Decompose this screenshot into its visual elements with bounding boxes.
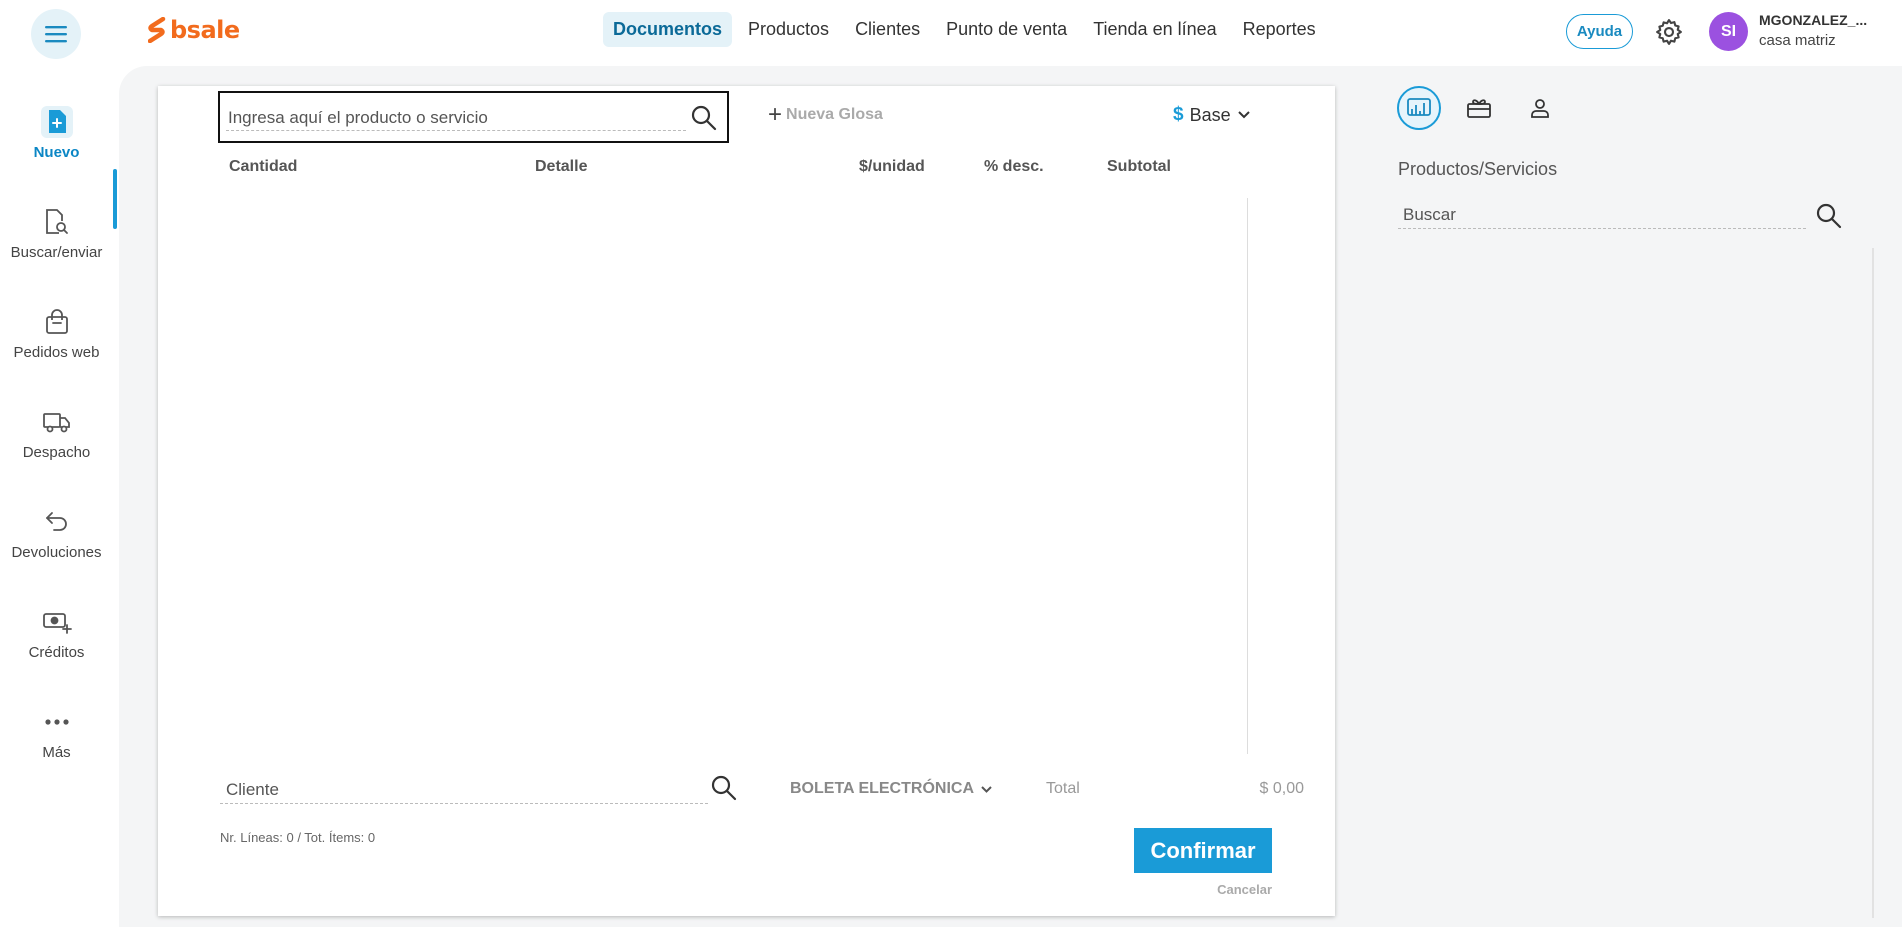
document-type-dropdown[interactable]: BOLETA ELECTRÓNICA [790, 780, 993, 798]
product-search-button[interactable] [690, 104, 718, 132]
chevron-down-icon [1237, 111, 1250, 119]
column-header-unit-price: $/unidad [859, 158, 925, 175]
cancel-link[interactable]: Cancelar [1214, 882, 1272, 897]
panel-scrollbar[interactable] [1872, 248, 1874, 918]
search-document-icon [41, 206, 73, 238]
sidebar-item-label: Devoluciones [11, 544, 102, 561]
truck-icon [41, 406, 73, 438]
hamburger-menu-button[interactable] [31, 9, 81, 59]
client-tab[interactable] [1518, 86, 1562, 130]
products-tab-icon [1407, 98, 1431, 116]
sidebar-item-buscar-enviar[interactable]: Buscar/enviar [0, 206, 113, 261]
nav-reportes[interactable]: Reportes [1233, 12, 1326, 47]
column-header-discount: % desc. [984, 158, 1044, 175]
nav-productos[interactable]: Productos [738, 12, 839, 47]
user-branch: casa matriz [1759, 32, 1836, 49]
search-icon [691, 105, 717, 131]
new-gloss-label: Nueva Glosa [786, 106, 883, 123]
confirm-button[interactable]: Confirmar [1134, 828, 1272, 873]
person-icon [1531, 99, 1549, 118]
sidebar-item-label: Pedidos web [13, 344, 100, 361]
sidebar-item-creditos[interactable]: Créditos [0, 606, 113, 661]
sidebar-item-mas[interactable]: Más [0, 706, 113, 761]
gear-icon [1656, 19, 1682, 45]
nav-documentos[interactable]: Documentos [603, 12, 733, 47]
panel-search-input[interactable] [1398, 201, 1806, 229]
sidebar-item-pedidos-web[interactable]: Pedidos web [0, 306, 113, 361]
total-label: Total [1046, 780, 1080, 797]
column-header-detalle: Detalle [535, 158, 588, 175]
user-name[interactable]: MGONZALEZ_... [1759, 12, 1867, 28]
bsale-logo-icon [148, 17, 166, 43]
panel-search-button[interactable] [1815, 202, 1843, 230]
search-icon [1816, 203, 1842, 229]
sidebar-item-label: Créditos [28, 644, 85, 661]
sidebar-item-label: Despacho [22, 444, 91, 461]
hamburger-icon [45, 26, 67, 43]
price-list-dropdown[interactable]: $ Base [1173, 104, 1251, 126]
more-dots-icon [41, 706, 73, 738]
plus-icon: + [768, 101, 783, 128]
new-document-icon [40, 106, 73, 138]
total-value: $ 0,00 [1259, 780, 1304, 797]
sidebar-item-despacho[interactable]: Despacho [0, 406, 113, 461]
left-sidebar: Nuevo Buscar/enviar Pedidos web Despacho… [0, 63, 119, 927]
nav-punto-de-venta[interactable]: Punto de venta [936, 12, 1077, 47]
search-icon [711, 775, 737, 801]
product-search-input[interactable] [226, 105, 686, 131]
column-header-subtotal: Subtotal [1107, 158, 1171, 175]
user-avatar[interactable]: SI [1709, 12, 1748, 51]
main-nav: Documentos Productos Clientes Punto de v… [603, 12, 1332, 47]
products-tab[interactable] [1397, 86, 1441, 130]
dollar-icon: $ [1173, 104, 1184, 125]
active-indicator [113, 169, 117, 229]
bsale-logo[interactable]: bsale [148, 16, 240, 44]
chevron-down-icon [981, 785, 992, 793]
sidebar-item-label: Buscar/enviar [10, 244, 103, 261]
column-header-cantidad: Cantidad [229, 158, 298, 175]
nav-clientes[interactable]: Clientes [845, 12, 930, 47]
settings-button[interactable] [1654, 17, 1684, 47]
cash-plus-icon [41, 606, 73, 638]
return-arrow-icon [41, 506, 73, 538]
gift-card-icon [1467, 99, 1491, 118]
shopping-bag-icon [41, 306, 73, 338]
panel-title: Productos/Servicios [1398, 159, 1558, 179]
client-search-button[interactable] [710, 774, 738, 802]
new-gloss-button[interactable]: + Nueva Glosa [768, 101, 883, 128]
sidebar-item-label: Más [42, 744, 71, 761]
document-editor-card: + Nueva Glosa $ Base Cantidad Detalle $/… [158, 86, 1335, 916]
document-type-label: BOLETA ELECTRÓNICA [790, 780, 974, 797]
sidebar-item-devoluciones[interactable]: Devoluciones [0, 506, 113, 561]
product-search-box [218, 91, 729, 143]
client-input[interactable] [220, 776, 708, 804]
help-button[interactable]: Ayuda [1566, 14, 1633, 49]
nav-tienda-en-linea[interactable]: Tienda en línea [1083, 12, 1226, 47]
top-bar: bsale Documentos Productos Clientes Punt… [0, 0, 1902, 63]
document-lines-area [218, 198, 1248, 754]
line-item-counts: Nr. Líneas: 0 / Tot. Ítems: 0 [220, 830, 376, 845]
sidebar-item-nuevo[interactable]: Nuevo [0, 106, 113, 161]
sidebar-item-label: Nuevo [33, 144, 80, 161]
gift-card-tab[interactable] [1457, 86, 1501, 130]
price-list-label: Base [1189, 104, 1231, 125]
logo-text: bsale [170, 16, 240, 44]
